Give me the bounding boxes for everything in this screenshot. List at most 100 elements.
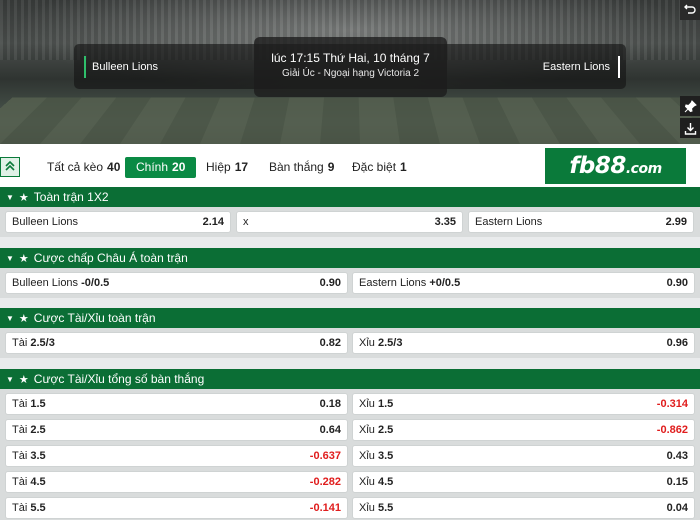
pin-icon[interactable] <box>680 96 700 116</box>
odd-value: -0.314 <box>656 398 688 410</box>
tab-label: Đặc biệt <box>352 160 397 174</box>
match-time: lúc 17:15 Thứ Hai, 10 tháng 7 <box>271 51 430 65</box>
odd-label: Xỉu <box>359 337 375 349</box>
odd-under[interactable]: Xỉu 3.5 0.43 <box>352 445 695 467</box>
odd-handicap: 2.5/3 <box>377 337 403 349</box>
match-league: Giải Úc - Ngoại hạng Victoria 2 <box>281 68 420 79</box>
odd-away-handicap[interactable]: Eastern Lions +0/0.5 0.90 <box>352 272 695 294</box>
section-header-1x2[interactable]: ▼ ★ Toàn trận 1X2 <box>0 187 700 207</box>
section-header-over-under[interactable]: ▼ ★ Cược Tài/Xỉu toàn trận <box>0 308 700 328</box>
odd-label: Eastern Lions <box>359 277 427 289</box>
odd-label: Bulleen Lions <box>12 216 79 228</box>
odd-handicap: -0/0.5 <box>81 277 110 289</box>
section-body-over-under: Tài 2.5/3 0.82 Xỉu 2.5/3 0.96 <box>0 328 700 358</box>
odd-line: 5.5 <box>30 502 46 514</box>
odd-home-handicap[interactable]: Bulleen Lions -0/0.5 0.90 <box>5 272 348 294</box>
odd-label: Xỉu <box>359 502 375 514</box>
section-header-asian-handicap[interactable]: ▼ ★ Cược chấp Châu Á toàn trận <box>0 248 700 268</box>
odd-line: 2.5 <box>30 424 46 436</box>
section-body-1x2: Bulleen Lions 2.14 x 3.35 Eastern Lions … <box>0 207 700 237</box>
odd-line: 5.5 <box>377 502 394 514</box>
star-icon[interactable]: ★ <box>19 313 29 325</box>
tab-goals[interactable]: Bàn thắng 9 <box>269 157 334 178</box>
odd-label: Tài <box>12 450 28 462</box>
section-body-asian-handicap: Bulleen Lions -0/0.5 0.90 Eastern Lions … <box>0 268 700 298</box>
odd-value: 2.99 <box>665 216 687 228</box>
tab-label: Bàn thắng <box>269 160 324 174</box>
tab-label: Tất cả kèo <box>47 160 104 174</box>
odd-value: 0.96 <box>666 337 688 349</box>
odd-value: -0.862 <box>656 424 688 436</box>
odd-under[interactable]: Xỉu 5.5 0.04 <box>352 497 695 519</box>
tab-special[interactable]: Đặc biệt 1 <box>352 157 407 178</box>
odd-label: Tài <box>12 398 28 410</box>
caret-down-icon: ▼ <box>6 375 14 384</box>
logo-main-text: fb88 <box>569 153 626 179</box>
tab-label: Chính <box>136 160 169 174</box>
tab-count: 17 <box>234 160 249 174</box>
odd-over[interactable]: Tài 5.5 -0.141 <box>5 497 348 519</box>
stadium-field <box>0 97 700 144</box>
odd-label: x <box>243 216 249 228</box>
odd-over[interactable]: Tài 2.5 0.64 <box>5 419 348 441</box>
section-body-total-goals: Tài 1.5 0.18 Xỉu 1.5 -0.314 Tài 2.5 0.64… <box>0 389 700 520</box>
section-title: Toàn trận 1X2 <box>33 190 109 204</box>
away-team-name: Eastern Lions <box>543 56 620 78</box>
logo-suffix-text: .com <box>625 161 662 177</box>
odd-label: Xỉu <box>359 398 375 410</box>
odd-handicap: 2.5/3 <box>30 337 55 349</box>
odd-line: 4.5 <box>30 476 46 488</box>
tab-count: 20 <box>172 160 186 174</box>
odd-over[interactable]: Tài 3.5 -0.637 <box>5 445 348 467</box>
odd-over[interactable]: Tài 4.5 -0.282 <box>5 471 348 493</box>
tab-count: 9 <box>327 160 335 174</box>
match-info-center <box>254 37 447 97</box>
odd-value: -0.637 <box>309 450 341 462</box>
section-title: Cược Tài/Xỉu toàn trận <box>33 311 156 325</box>
odd-under[interactable]: Xỉu 1.5 -0.314 <box>352 393 695 415</box>
odd-label: Tài <box>12 337 28 349</box>
section-title: Cược Tài/Xỉu tổng số bàn thắng <box>33 372 205 386</box>
odd-value: 3.35 <box>434 216 456 228</box>
odd-label: Tài <box>12 502 28 514</box>
tab-all[interactable]: Tất cả kèo 40 <box>47 157 120 178</box>
odd-label: Xỉu <box>359 424 375 436</box>
odd-over[interactable]: Tài 1.5 0.18 <box>5 393 348 415</box>
odd-value: 0.90 <box>319 277 341 289</box>
collapse-all-button[interactable] <box>0 157 20 177</box>
match-banner: Bulleen Lions Eastern Lions lúc 17:15 Th… <box>0 0 700 144</box>
section-header-total-goals[interactable]: ▼ ★ Cược Tài/Xỉu tổng số bàn thắng <box>0 369 700 389</box>
odd-label: Xỉu <box>359 450 375 462</box>
odd-line: 4.5 <box>377 476 394 488</box>
odd-line: 1.5 <box>377 398 394 410</box>
odd-label: Eastern Lions <box>475 216 543 228</box>
odd-label: Tài <box>12 424 28 436</box>
odd-value: -0.141 <box>309 502 341 514</box>
odd-draw[interactable]: x 3.35 <box>236 211 463 233</box>
odd-value: 0.43 <box>666 450 688 462</box>
odd-value: 0.18 <box>319 398 341 410</box>
odd-home[interactable]: Bulleen Lions 2.14 <box>5 211 231 233</box>
tab-label: Hiệp <box>206 160 231 174</box>
tab-count: 40 <box>107 160 121 174</box>
tab-half[interactable]: Hiệp 17 <box>206 157 248 178</box>
odd-under[interactable]: Xỉu 4.5 0.15 <box>352 471 695 493</box>
tab-count: 1 <box>400 160 407 174</box>
odd-under[interactable]: Xỉu 2.5/3 0.96 <box>352 332 695 354</box>
odd-over[interactable]: Tài 2.5/3 0.82 <box>5 332 348 354</box>
odd-under[interactable]: Xỉu 2.5 -0.862 <box>352 419 695 441</box>
odd-value: 0.64 <box>319 424 341 436</box>
double-chevron-up-icon <box>5 160 15 174</box>
odd-away[interactable]: Eastern Lions 2.99 <box>468 211 694 233</box>
star-icon[interactable]: ★ <box>19 374 29 386</box>
home-team-name: Bulleen Lions <box>84 56 158 78</box>
odd-value: 0.82 <box>319 337 341 349</box>
section-title: Cược chấp Châu Á toàn trận <box>33 251 188 265</box>
tab-main[interactable]: Chính 20 <box>125 157 197 178</box>
star-icon[interactable]: ★ <box>19 192 29 204</box>
star-icon[interactable]: ★ <box>19 253 29 265</box>
caret-down-icon: ▼ <box>6 193 14 202</box>
odd-value: -0.282 <box>309 476 341 488</box>
back-arrow-icon[interactable] <box>680 0 700 20</box>
download-icon[interactable] <box>680 118 700 138</box>
